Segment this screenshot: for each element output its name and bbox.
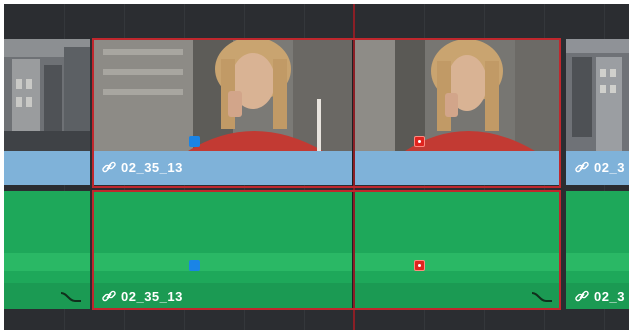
clip-label-bar: 02_3 [566, 151, 629, 185]
video-thumbnail [93, 39, 353, 151]
fade-curve-icon[interactable] [531, 289, 553, 303]
clip-label-bar: 02_35_13 [93, 283, 353, 309]
video-clip-left[interactable] [4, 39, 90, 187]
audio-clip-selected-2[interactable] [355, 191, 560, 309]
marker-red[interactable] [414, 136, 425, 147]
video-thumbnail [566, 39, 629, 151]
clip-label-bar: 02_35_13 [93, 151, 353, 185]
clip-label-bar [355, 151, 560, 185]
clip-label-bar: 02_3 [566, 283, 629, 309]
audio-clip-selected-1[interactable]: 02_35_13 [93, 191, 353, 309]
clip-name: 02_35_13 [121, 289, 183, 304]
fade-curve-icon[interactable] [60, 289, 82, 303]
audio-clip-left[interactable] [4, 191, 90, 309]
marker-red[interactable] [414, 260, 425, 271]
timeline-panel: 02_35_13 02_3 02_35_13 02_3 [4, 4, 629, 330]
clip-name: 02_3 [594, 289, 625, 304]
marker-blue[interactable] [189, 260, 200, 271]
audio-waveform [355, 253, 560, 271]
video-thumbnail [355, 39, 560, 151]
clip-label-bar [355, 283, 560, 309]
video-thumbnail [4, 39, 90, 151]
link-icon [102, 161, 116, 173]
clip-name: 02_35_13 [121, 160, 183, 175]
video-clip-right[interactable]: 02_3 [566, 39, 629, 187]
link-icon [575, 161, 589, 173]
video-clip-selected-2[interactable] [355, 39, 560, 187]
marker-blue[interactable] [189, 136, 200, 147]
playhead[interactable] [353, 4, 355, 330]
audio-waveform [4, 253, 90, 271]
audio-clip-right[interactable]: 02_3 [566, 191, 629, 309]
video-clip-selected-1[interactable]: 02_35_13 [93, 39, 353, 187]
audio-waveform [93, 253, 353, 271]
link-icon [102, 290, 116, 302]
clip-name: 02_3 [594, 160, 625, 175]
clip-label-bar [4, 151, 90, 185]
audio-waveform [566, 253, 629, 271]
link-icon [575, 290, 589, 302]
